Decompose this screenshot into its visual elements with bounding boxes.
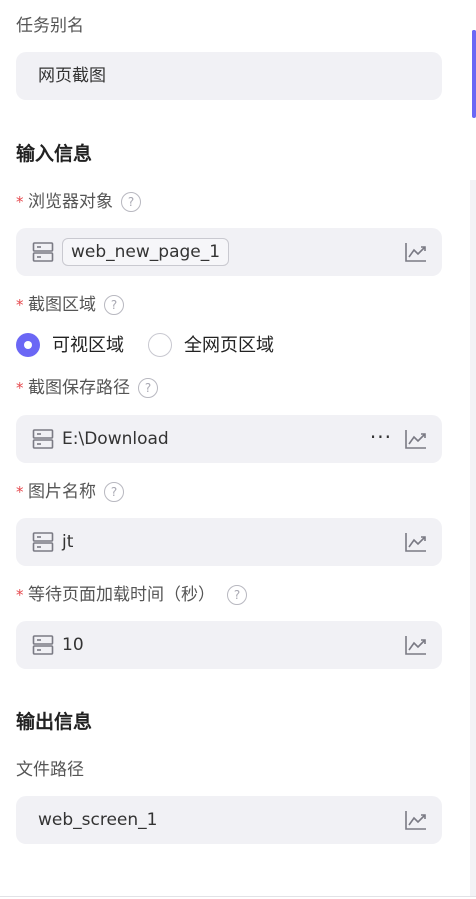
wait-time-label-row: * 等待页面加载时间（秒）? xyxy=(16,583,247,607)
browser-object-chip[interactable]: web_new_page_1 xyxy=(62,238,230,266)
scrollbar-handle[interactable] xyxy=(472,30,476,110)
radio-visible-area[interactable] xyxy=(16,333,40,357)
input-section-title: 输入信息 xyxy=(16,143,93,165)
file-path-value[interactable]: web_screen_1 xyxy=(38,796,157,844)
expression-trend-icon[interactable] xyxy=(404,428,428,450)
wait-time-field[interactable]: 10 xyxy=(16,621,442,669)
required-mark: * xyxy=(16,483,24,501)
variable-icon xyxy=(32,635,54,655)
file-path-label: 文件路径 xyxy=(16,760,84,780)
save-path-label-row: * 截图保存路径? xyxy=(16,376,158,400)
required-mark: * xyxy=(16,586,24,604)
browser-object-field[interactable]: web_new_page_1 xyxy=(16,228,442,276)
variable-icon xyxy=(32,429,54,449)
image-name-field[interactable]: jt xyxy=(16,518,442,566)
required-mark: * xyxy=(16,193,24,211)
browse-folder-button[interactable]: ··· xyxy=(370,415,392,459)
wait-time-label: 等待页面加载时间（秒） xyxy=(28,585,215,605)
variable-icon xyxy=(32,242,54,262)
wait-time-value[interactable]: 10 xyxy=(62,621,84,669)
variable-icon xyxy=(32,532,54,552)
help-icon[interactable]: ? xyxy=(138,378,158,398)
task-alias-field[interactable]: 网页截图 xyxy=(16,52,442,100)
image-name-label-row: * 图片名称? xyxy=(16,480,124,504)
task-alias-label: 任务别名 xyxy=(16,16,84,36)
screenshot-area-label: 截图区域 xyxy=(28,295,96,315)
expression-trend-icon[interactable] xyxy=(404,809,428,831)
expression-trend-icon[interactable] xyxy=(404,241,428,263)
file-path-field[interactable]: web_screen_1 xyxy=(16,796,442,844)
bottom-divider xyxy=(0,896,476,897)
required-mark: * xyxy=(16,296,24,314)
help-icon[interactable]: ? xyxy=(227,585,247,605)
expression-trend-icon[interactable] xyxy=(404,531,428,553)
browser-object-label: 浏览器对象 xyxy=(28,192,113,212)
help-icon[interactable]: ? xyxy=(121,192,141,212)
save-path-field[interactable]: E:\Download ··· xyxy=(16,415,442,463)
expression-trend-icon[interactable] xyxy=(404,634,428,656)
save-path-label: 截图保存路径 xyxy=(28,378,130,398)
help-icon[interactable]: ? xyxy=(104,295,124,315)
required-mark: * xyxy=(16,379,24,397)
help-icon[interactable]: ? xyxy=(104,482,124,502)
output-section-title: 输出信息 xyxy=(16,711,93,733)
screenshot-area-label-row: * 截图区域? xyxy=(16,293,124,317)
browser-object-label-row: * 浏览器对象? xyxy=(16,190,141,214)
task-alias-value[interactable]: 网页截图 xyxy=(38,52,106,100)
save-path-value[interactable]: E:\Download xyxy=(62,415,169,463)
radio-full-page-label[interactable]: 全网页区域 xyxy=(184,333,274,359)
image-name-label: 图片名称 xyxy=(28,482,96,502)
radio-visible-area-label[interactable]: 可视区域 xyxy=(52,333,124,359)
scrollbar-track[interactable] xyxy=(470,30,476,896)
image-name-value[interactable]: jt xyxy=(62,518,73,566)
radio-full-page[interactable] xyxy=(148,333,172,357)
